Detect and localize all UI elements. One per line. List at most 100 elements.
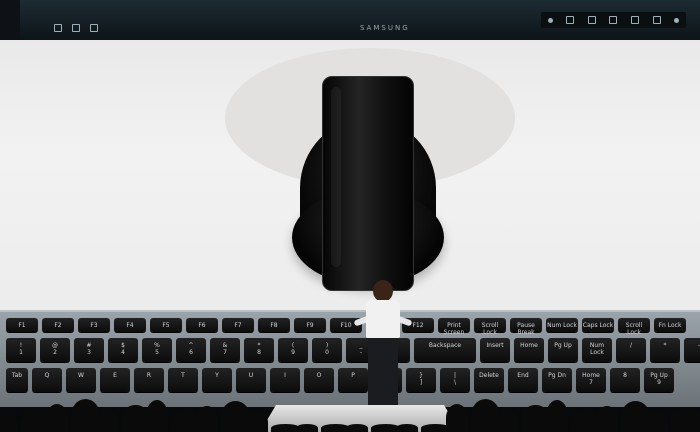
key[interactable]: Q: [32, 368, 62, 392]
audience-member: [196, 406, 218, 432]
key-label: } ]: [419, 372, 423, 386]
key[interactable]: Pg Up: [548, 338, 578, 362]
audience-member: [446, 404, 468, 432]
back-icon[interactable]: [72, 24, 80, 32]
key[interactable]: F3: [78, 318, 110, 332]
key-label: W: [78, 372, 84, 379]
key[interactable]: F5: [150, 318, 182, 332]
smartphone: [322, 76, 414, 291]
key[interactable]: R: [134, 368, 164, 392]
key-label: Home: [520, 342, 538, 349]
key-label: @ 2: [52, 342, 58, 356]
key-label: Tab: [11, 372, 23, 379]
key[interactable]: Delete: [474, 368, 504, 392]
key[interactable]: Pg Up 9: [644, 368, 674, 392]
key[interactable]: % 5: [142, 338, 172, 362]
key-label: Delete: [479, 372, 499, 379]
key[interactable]: F6: [186, 318, 218, 332]
key-label: I: [284, 372, 286, 379]
key[interactable]: Y: [202, 368, 232, 392]
key-label: Pg Up: [554, 342, 572, 349]
key-label: Num Lock: [547, 322, 577, 329]
key[interactable]: /: [616, 338, 646, 362]
audience-member: [0, 414, 18, 432]
key-label: F5: [162, 322, 170, 329]
key[interactable]: -: [684, 338, 700, 362]
key[interactable]: ! 1: [6, 338, 36, 362]
key[interactable]: U: [236, 368, 266, 392]
notification-icon[interactable]: [547, 17, 553, 23]
key[interactable]: ^ 6: [176, 338, 206, 362]
key[interactable]: Insert: [480, 338, 510, 362]
brand-label: SAMSUNG: [360, 24, 410, 32]
key-label: & 7: [222, 342, 228, 356]
key-label: F2: [54, 322, 62, 329]
key-label: * 8: [257, 342, 261, 356]
key[interactable]: Fn Lock: [654, 318, 686, 332]
audience-member: [246, 412, 268, 432]
key[interactable]: | \: [440, 368, 470, 392]
key[interactable]: Scroll Lock: [618, 318, 650, 336]
key[interactable]: I: [270, 368, 300, 392]
audience-member: [396, 424, 418, 432]
key[interactable]: F8: [258, 318, 290, 332]
settings-icon[interactable]: [566, 16, 575, 24]
key[interactable]: Scroll Lock: [474, 318, 506, 336]
key[interactable]: Backspace: [414, 338, 476, 362]
key[interactable]: 8: [610, 368, 640, 392]
key[interactable]: Caps Lock: [582, 318, 614, 332]
key[interactable]: & 7: [210, 338, 240, 362]
key-label: Insert: [486, 342, 504, 349]
key[interactable]: W: [66, 368, 96, 392]
keyboard: F1F2F3F4F5F6F7F8F9F10F11F12Print ScreenS…: [0, 310, 700, 407]
key[interactable]: F7: [222, 318, 254, 332]
key[interactable]: Pg Dn: [542, 368, 572, 392]
key[interactable]: Num Lock: [582, 338, 612, 362]
audience-member: [46, 404, 68, 432]
key[interactable]: * 8: [244, 338, 274, 362]
key-label: F8: [270, 322, 278, 329]
key[interactable]: @ 2: [40, 338, 70, 362]
recents-icon[interactable]: [90, 24, 98, 32]
key-label: % 5: [154, 342, 160, 356]
key-label: Print Screen: [443, 322, 465, 336]
key-label: F4: [126, 322, 134, 329]
status-bar: [541, 12, 686, 28]
key[interactable]: Print Screen: [438, 318, 470, 336]
key-label: ! 1: [19, 342, 23, 356]
key[interactable]: ) 0: [312, 338, 342, 362]
key-label: Caps Lock: [582, 322, 614, 329]
key-label: End: [517, 372, 529, 379]
time-icon[interactable]: [674, 17, 680, 23]
key-label: O: [316, 372, 322, 379]
key[interactable]: Home: [514, 338, 544, 362]
apps-icon[interactable]: [54, 24, 62, 32]
key[interactable]: F4: [114, 318, 146, 332]
key-label: F7: [234, 322, 242, 329]
signal-icon[interactable]: [609, 16, 618, 24]
volume-icon[interactable]: [652, 16, 661, 24]
phone-glare: [331, 87, 341, 267]
key[interactable]: F9: [294, 318, 326, 332]
key[interactable]: Home 7: [576, 368, 606, 392]
key[interactable]: *: [650, 338, 680, 362]
key[interactable]: O: [304, 368, 334, 392]
key-label: # 3: [86, 342, 92, 356]
key[interactable]: T: [168, 368, 198, 392]
key-label: *: [663, 342, 667, 349]
key[interactable]: } ]: [406, 368, 436, 392]
key[interactable]: End: [508, 368, 538, 392]
key[interactable]: F1: [6, 318, 38, 332]
key-label: Num Lock: [589, 342, 605, 356]
key[interactable]: $ 4: [108, 338, 138, 362]
key[interactable]: Num Lock: [546, 318, 578, 332]
battery-icon[interactable]: [631, 16, 640, 24]
key[interactable]: # 3: [74, 338, 104, 362]
key[interactable]: Pause Break: [510, 318, 542, 336]
key[interactable]: ( 9: [278, 338, 308, 362]
wifi-icon[interactable]: [587, 16, 596, 24]
key[interactable]: Tab: [6, 368, 28, 392]
key[interactable]: F2: [42, 318, 74, 332]
presenter-shirt: [366, 300, 400, 338]
key[interactable]: E: [100, 368, 130, 392]
